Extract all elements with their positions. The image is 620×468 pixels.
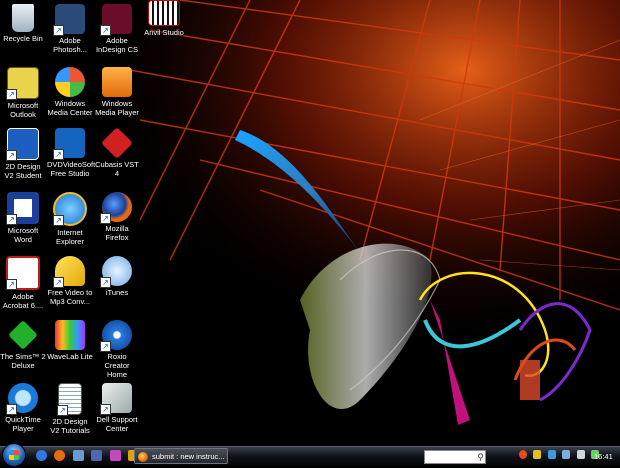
desktop-icon-2d-design-tutorials[interactable]: ↗ 2D Design V2 Tutorials (47, 383, 93, 435)
roxio-icon: ↗ (100, 320, 132, 352)
2d-design-icon: ↗ (6, 128, 39, 161)
desktop-icon-dell-support[interactable]: ↗ Dell Support Center (94, 383, 140, 433)
quicklaunch-media-icon[interactable] (109, 450, 121, 461)
desktop-icon-media-player[interactable]: Windows Media Player (94, 67, 140, 117)
desktop-icon-wavelab[interactable]: WaveLab Lite (47, 320, 93, 361)
sims-icon (8, 320, 38, 350)
photoshop-icon: ↗ (53, 4, 85, 36)
recycle-bin-icon (12, 4, 34, 32)
desktop-icon-firefox[interactable]: ↗ Mozilla Firefox (94, 192, 140, 242)
desktop-icon-media-center[interactable]: Windows Media Center (47, 67, 93, 117)
desktop-icon-sims[interactable]: The Sims™ 2 Deluxe (0, 320, 46, 370)
system-tray (519, 450, 601, 463)
tray-icon-1[interactable] (519, 450, 527, 459)
windows-flag-icon (9, 450, 19, 460)
outlook-icon: ↗ (6, 67, 39, 100)
desktop-icon-itunes[interactable]: ↗ iTunes (94, 256, 140, 297)
firefox-icon (138, 452, 148, 462)
windows-start-orb-icon[interactable] (2, 443, 26, 467)
quicklaunch-ie-icon[interactable] (36, 450, 47, 461)
tray-icon-3[interactable] (547, 450, 556, 459)
desktop-icon-indesign[interactable]: ↗ Adobe InDesign CS (94, 4, 140, 54)
free-studio-icon: ↗ (53, 128, 85, 160)
search-icon[interactable]: ⚲ (477, 451, 484, 463)
tutorials-document-icon: ↗ (57, 383, 82, 416)
itunes-icon: ↗ (100, 256, 132, 288)
volume-icon[interactable] (576, 450, 585, 459)
quick-launch-bar (36, 450, 142, 463)
desktop-icon-2d-design[interactable]: ↗ 2D Design V2 Student (0, 128, 46, 180)
desktop-icon-acrobat[interactable]: ↗ Adobe Acrobat 6.... (0, 256, 46, 310)
desktop-icon-quicktime[interactable]: ↗ QuickTime Player (0, 383, 46, 433)
desktop-icon-outlook[interactable]: ↗ Microsoft Outlook (0, 67, 46, 119)
desktop-icon-cubasis[interactable]: Cubasis VST 4 (94, 127, 140, 178)
wavelab-icon (55, 320, 85, 350)
acrobat-icon: ↗ (6, 256, 40, 290)
desktop-icon-internet-explorer[interactable]: ↗ Internet Explorer (47, 192, 93, 246)
quicklaunch-switch-windows-icon[interactable] (91, 450, 103, 461)
taskbar-window-button[interactable]: submit : new instruc... (134, 448, 228, 464)
tray-icon-2[interactable] (533, 450, 542, 459)
internet-explorer-icon: ↗ (53, 192, 87, 226)
firefox-icon: ↗ (100, 192, 132, 224)
network-icon[interactable] (562, 450, 571, 459)
desktop-icon-free-studio[interactable]: ↗ DVDVideoSoft Free Studio (47, 128, 95, 178)
taskbar-window-title: submit : new instruc... (152, 452, 225, 461)
desktop-icon-anvil-studio[interactable]: Anvil Studio (141, 0, 187, 37)
video-to-mp3-icon: ↗ (53, 256, 85, 288)
media-center-icon (55, 67, 85, 97)
quicklaunch-firefox-icon[interactable] (54, 450, 66, 461)
dell-support-icon: ↗ (100, 383, 132, 415)
anvil-studio-icon (148, 0, 180, 26)
desktop-icon-roxio[interactable]: ↗ Roxio Creator Home (94, 320, 140, 379)
quicklaunch-show-desktop-icon[interactable] (72, 450, 84, 461)
desktop-icon-recycle-bin[interactable]: Recycle Bin (0, 4, 46, 43)
indesign-icon: ↗ (100, 4, 132, 36)
cubasis-icon (101, 127, 133, 159)
desktop-wallpaper (0, 0, 620, 465)
word-icon: ↗ (6, 192, 39, 225)
quicktime-icon: ↗ (6, 383, 38, 415)
desktop-icon-photoshop[interactable]: ↗ Adobe Photosh... (47, 4, 93, 54)
media-player-icon (102, 67, 132, 97)
desktop-icon-word[interactable]: ↗ Microsoft Word (0, 192, 46, 244)
taskbar: submit : new instruc... ⚲ 16:41 (0, 443, 620, 467)
desktop-icon-video-to-mp3[interactable]: ↗ Free Video to Mp3 Conv... (47, 256, 93, 306)
taskbar-search-input[interactable]: ⚲ (424, 450, 486, 464)
taskbar-clock[interactable]: 16:41 (594, 447, 613, 466)
